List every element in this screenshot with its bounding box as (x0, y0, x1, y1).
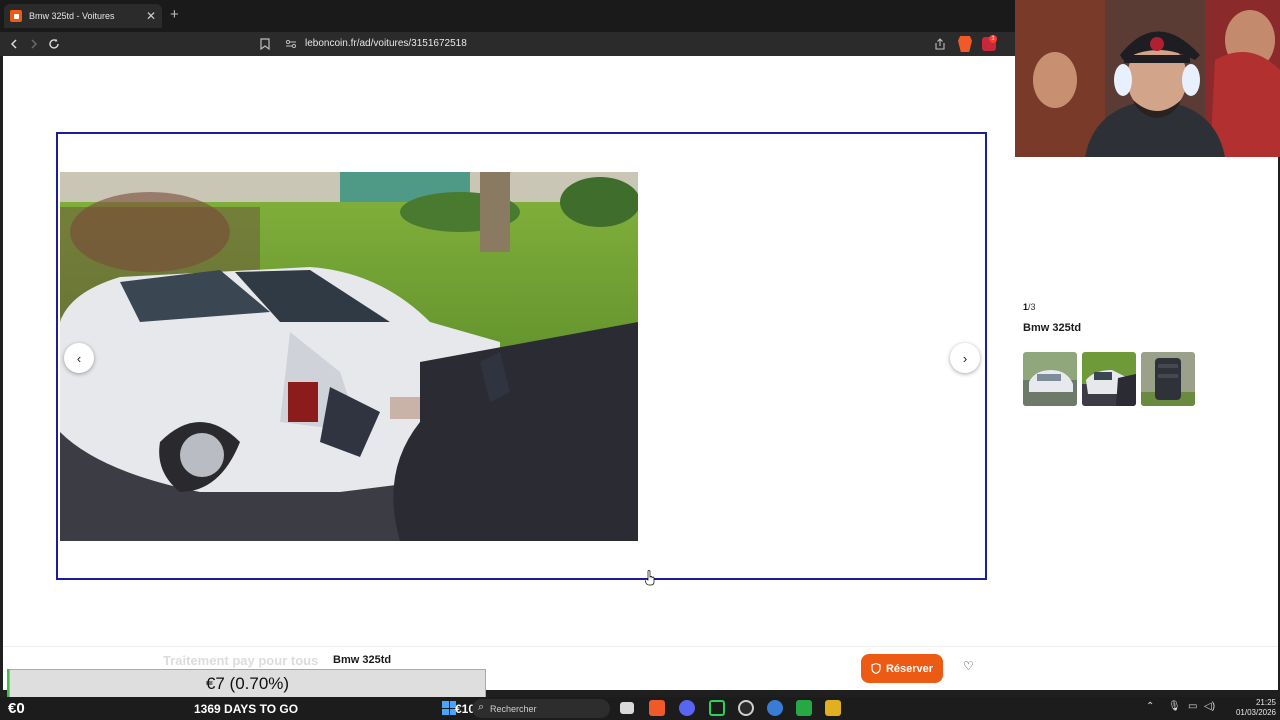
network-icon[interactable]: ▭ (1188, 702, 1197, 712)
euro-counter: €0 (8, 700, 25, 717)
back-icon[interactable] (6, 36, 22, 52)
reload-icon[interactable] (46, 36, 62, 52)
forward-icon[interactable] (26, 36, 42, 52)
taskbar-search[interactable]: Rechercher (472, 699, 610, 718)
donation-goal-box: €7 (0.70%) (9, 669, 486, 699)
browser-toolbar: leboncoin.fr/ad/voitures/3151672518 1 (0, 32, 1015, 56)
car-photo[interactable] (60, 172, 638, 541)
reserve-button[interactable]: Réserver (861, 654, 943, 683)
app-icon[interactable] (825, 700, 841, 716)
shield-icon (871, 663, 881, 674)
discord-icon[interactable] (679, 700, 695, 716)
address-bar[interactable]: leboncoin.fr/ad/voitures/3151672518 (305, 38, 467, 49)
notification-badge: 1 (989, 35, 997, 43)
new-tab-button[interactable]: + (170, 7, 179, 22)
clock-date: 01/03/2026 (1235, 708, 1276, 717)
clock-time: 21:25 (1255, 698, 1276, 707)
obs-icon[interactable] (738, 700, 754, 716)
photo-counter-total: /3 (1028, 302, 1036, 312)
photo-gallery-modal[interactable]: ‹ › (56, 132, 987, 580)
thumbnail-1[interactable] (1023, 352, 1077, 406)
photo-counter: 1/3 (1023, 302, 1036, 312)
previous-photo-button[interactable]: ‹ (64, 343, 94, 373)
task-view-icon[interactable] (620, 702, 634, 714)
next-photo-button[interactable]: › (950, 343, 980, 373)
taskbar-clock[interactable]: 21:25 01/03/2026 (1222, 698, 1276, 718)
browser-tab[interactable]: Bmw 325td - Voitures ✕ (4, 4, 162, 28)
brave-browser-icon[interactable] (649, 700, 665, 716)
share-icon[interactable] (933, 37, 947, 51)
spreadsheet-icon[interactable] (796, 700, 812, 716)
webcam-overlay (1015, 0, 1280, 157)
tray-chevron-icon[interactable]: ⌃ (1146, 702, 1154, 712)
faded-overlay-text: Traitement pay pour tous (163, 653, 319, 668)
days-to-go: 1369 DAYS TO GO (194, 702, 299, 716)
hand-cursor-icon (645, 570, 655, 586)
settings-gear-icon[interactable] (767, 700, 783, 716)
game-launcher-icon[interactable] (709, 700, 725, 716)
microphone-icon[interactable]: 🎙︎ (1168, 702, 1181, 712)
reserve-button-label: Réserver (885, 662, 934, 675)
tab-close-icon[interactable]: ✕ (146, 10, 156, 22)
favorite-heart-icon[interactable]: ♡ (963, 660, 974, 672)
thumbnail-3[interactable] (1141, 352, 1195, 406)
bookmark-icon[interactable] (258, 37, 272, 51)
thumbnail-2[interactable] (1082, 352, 1136, 406)
windows-taskbar: €0 1369 DAYS TO GO €1000 Rechercher ⌃ 🎙︎… (0, 697, 1280, 720)
leboncoin-favicon-icon (10, 10, 22, 22)
ad-title: Bmw 325td (1023, 322, 1082, 334)
bottom-bar-title: Bmw 325td (333, 654, 392, 666)
volume-icon[interactable]: ◁) (1204, 702, 1215, 712)
windows-start-icon[interactable] (442, 701, 456, 715)
donation-amount: €7 (0.70%) (205, 674, 290, 693)
brave-shields-icon[interactable] (958, 36, 972, 52)
browser-tab-bar: Bmw 325td - Voitures ✕ + (0, 0, 1015, 32)
tab-title: Bmw 325td - Voitures (29, 11, 115, 21)
site-settings-icon[interactable] (284, 37, 298, 51)
